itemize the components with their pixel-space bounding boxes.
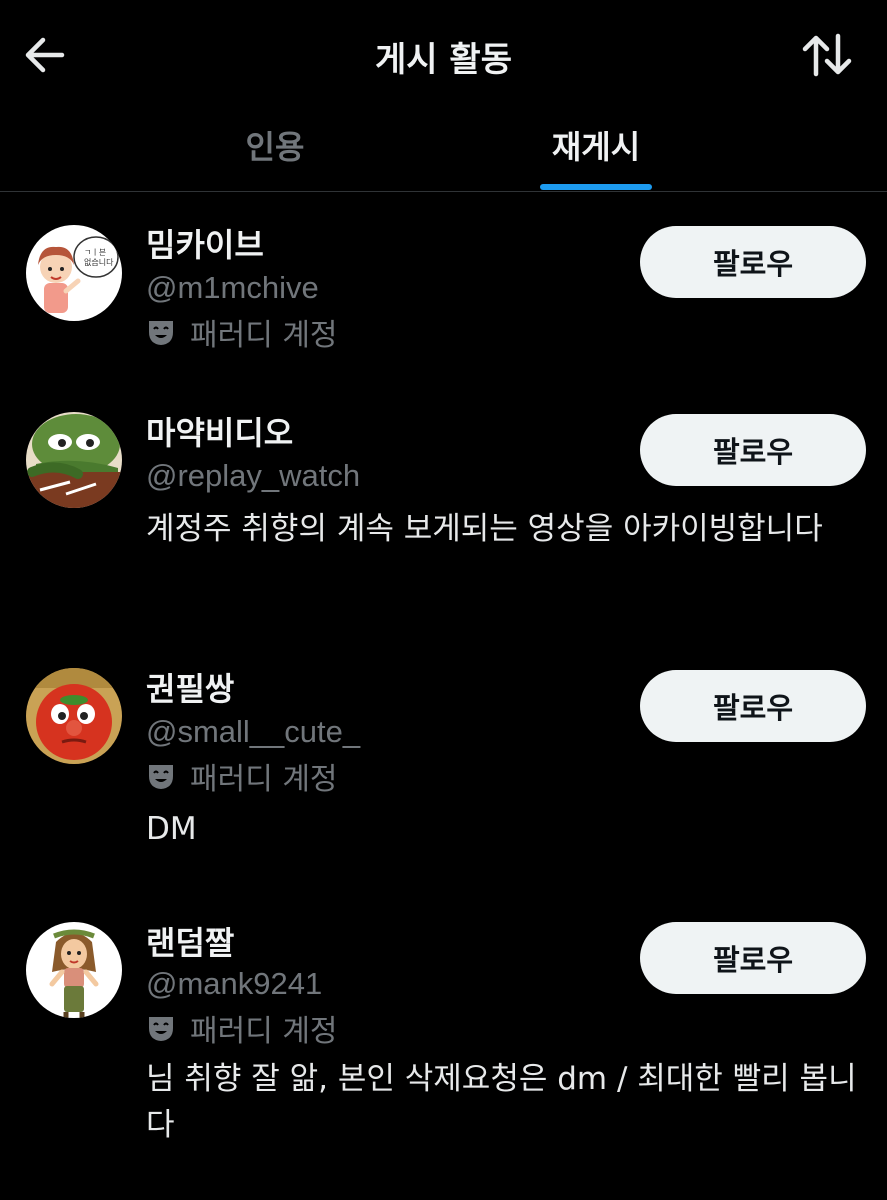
parody-badge-label: 패러디 계정 [190, 318, 338, 353]
follow-button[interactable]: 팔로우 [640, 922, 866, 994]
display-name: 마약비디오 [146, 414, 294, 452]
avatar-image [26, 412, 122, 508]
avatar-image: ㄱㅣ븐 없습니다 [26, 225, 122, 321]
reposts-screen: 게시 활동 인용 재게시 ㄱㅣ븐 없습니다 밈카이브 @m1mchive 패러디… [0, 0, 887, 1200]
avatar-image [26, 668, 122, 764]
avatar[interactable]: ㄱㅣ븐 없습니다 [26, 225, 122, 321]
theater-mask-icon [149, 1017, 173, 1041]
parody-badge: 패러디 계정 [146, 1006, 338, 1050]
user-handle: @small__cute_ [146, 714, 361, 749]
parody-badge-label: 패러디 계정 [190, 762, 338, 797]
user-list-item[interactable]: 마약비디오 @replay_watch 계정주 취향의 계속 보게되는 영상을 … [0, 382, 887, 642]
tab-bar: 인용 재게시 [0, 110, 887, 192]
follow-button[interactable]: 팔로우 [640, 670, 866, 742]
parody-badge: 패러디 계정 [146, 754, 338, 798]
tab-reposts[interactable]: 재게시 [373, 122, 819, 192]
sort-button[interactable] [801, 32, 853, 78]
svg-text:ㄱㅣ븐: ㄱㅣ븐 [84, 248, 106, 257]
user-bio: 님 취향 잘 앎, 본인 삭제요청은 dm / 최대한 빨리 봅니다 [146, 1061, 857, 1143]
user-bio: DM [146, 811, 197, 847]
display-name: 밈카이브 [146, 226, 264, 264]
follow-button[interactable]: 팔로우 [640, 414, 866, 486]
user-list-item[interactable]: 권필쌍 @small__cute_ 패러디 계정 DM 팔로우 [0, 642, 887, 898]
top-bar: 게시 활동 [0, 0, 887, 110]
active-tab-indicator [540, 184, 652, 190]
parody-badge: 패러디 계정 [146, 310, 338, 354]
user-handle: @mank9241 [146, 966, 323, 1001]
sort-arrows-icon [802, 33, 852, 77]
svg-text:없습니다: 없습니다 [84, 257, 114, 267]
tab-quotes-label: 인용 [245, 128, 305, 166]
display-name: 랜덤짤 [146, 924, 235, 962]
follow-button[interactable]: 팔로우 [640, 226, 866, 298]
user-handle: @m1mchive [146, 270, 319, 305]
avatar[interactable] [26, 922, 122, 1018]
theater-mask-icon [149, 321, 173, 345]
tab-reposts-label: 재게시 [551, 128, 641, 166]
user-bio: 계정주 취향의 계속 보게되는 영상을 아카이빙합니다 [146, 511, 823, 547]
avatar[interactable] [26, 412, 122, 508]
parody-badge-label: 패러디 계정 [190, 1014, 338, 1049]
display-name: 권필쌍 [146, 670, 235, 708]
avatar[interactable] [26, 668, 122, 764]
page-title: 게시 활동 [375, 40, 512, 80]
user-list-item[interactable]: ㄱㅣ븐 없습니다 밈카이브 @m1mchive 패러디 계정 팔로우 [0, 192, 887, 382]
user-list-item[interactable]: 랜덤짤 @mank9241 패러디 계정 님 취향 잘 앎, 본인 삭제요청은 … [0, 898, 887, 1200]
user-handle: @replay_watch [146, 458, 361, 493]
avatar-image [26, 922, 122, 1018]
theater-mask-icon [149, 765, 173, 789]
